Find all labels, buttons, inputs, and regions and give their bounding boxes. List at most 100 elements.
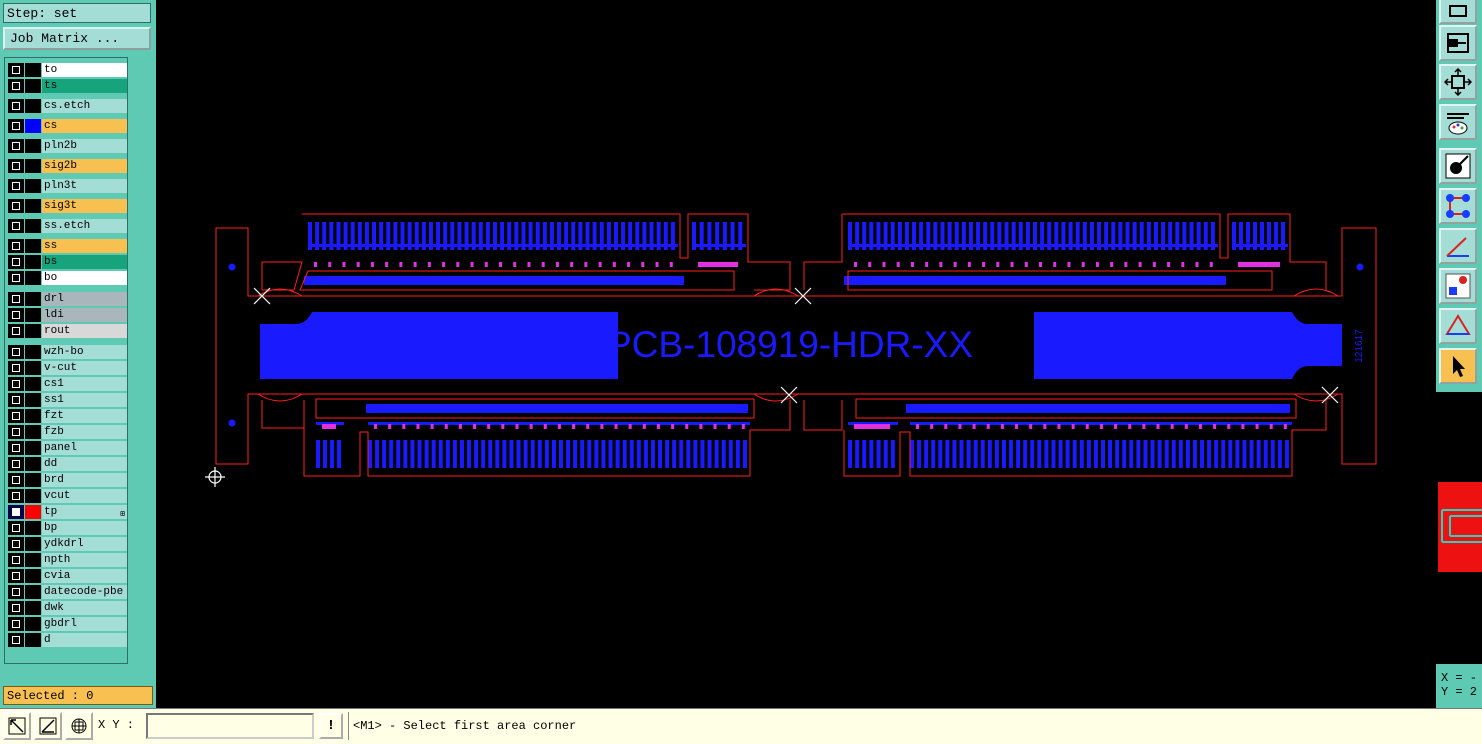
layer-name[interactable]: sig2b bbox=[42, 159, 127, 173]
layer-checkbox[interactable] bbox=[8, 409, 24, 423]
layer-row-ss.etch[interactable]: ss.etch bbox=[5, 218, 127, 234]
layer-name[interactable]: dd bbox=[42, 457, 127, 471]
layer-checkbox[interactable] bbox=[8, 199, 24, 213]
layer-checkbox[interactable] bbox=[8, 119, 24, 133]
pan-frame-button[interactable] bbox=[1439, 25, 1477, 61]
layer-name[interactable]: bs bbox=[42, 255, 127, 269]
layer-row-dd[interactable]: dd bbox=[5, 456, 127, 472]
layer-row-cs.etch[interactable]: cs.etch bbox=[5, 98, 127, 114]
layer-checkbox[interactable] bbox=[8, 473, 24, 487]
layer-row-sig2b[interactable]: sig2b bbox=[5, 158, 127, 174]
layer-checkbox[interactable] bbox=[8, 601, 24, 615]
layer-name[interactable]: tp ⊞ bbox=[42, 505, 127, 519]
layer-name[interactable]: cs1 bbox=[42, 377, 127, 391]
connect-nodes-button[interactable] bbox=[1439, 188, 1477, 224]
layer-name[interactable]: brd bbox=[42, 473, 127, 487]
layer-checkbox[interactable] bbox=[8, 139, 24, 153]
layer-row-ldi[interactable]: ldi bbox=[5, 307, 127, 323]
layer-row-ss1[interactable]: ss1 bbox=[5, 392, 127, 408]
measure-angle-button[interactable] bbox=[1439, 228, 1477, 264]
layer-row-to[interactable]: to bbox=[5, 62, 127, 78]
zoom-fit-button[interactable] bbox=[1439, 0, 1477, 24]
xy-input[interactable] bbox=[146, 713, 314, 739]
layer-name[interactable]: d bbox=[42, 633, 127, 647]
graphics-canvas[interactable]: PCB-108919-HDR-XX 121617 bbox=[156, 0, 1436, 708]
layer-row-cvia[interactable]: cvia bbox=[5, 568, 127, 584]
layer-row-pln2b[interactable]: pln2b bbox=[5, 138, 127, 154]
layer-name[interactable]: wzh-bo bbox=[42, 345, 127, 359]
layer-row-ydkdrl[interactable]: ydkdrl bbox=[5, 536, 127, 552]
layer-row-panel[interactable]: panel bbox=[5, 440, 127, 456]
layer-name[interactable]: cs bbox=[42, 119, 127, 133]
pointer-select-button[interactable] bbox=[1439, 348, 1477, 384]
overview-minimap[interactable] bbox=[1438, 482, 1482, 572]
triangle-measure-button[interactable] bbox=[1439, 308, 1477, 344]
layer-row-d[interactable]: d bbox=[5, 632, 127, 648]
layer-row-datecode-pbe[interactable]: datecode-pbe bbox=[5, 584, 127, 600]
layer-checkbox[interactable] bbox=[8, 63, 24, 77]
layer-row-sig3t[interactable]: sig3t bbox=[5, 198, 127, 214]
layer-checkbox[interactable] bbox=[8, 292, 24, 306]
layer-row-bs[interactable]: bs bbox=[5, 254, 127, 270]
layer-name[interactable]: pln2b bbox=[42, 139, 127, 153]
layer-checkbox[interactable] bbox=[8, 489, 24, 503]
layer-row-tp[interactable]: tp ⊞ bbox=[5, 504, 127, 520]
layer-checkbox[interactable] bbox=[8, 553, 24, 567]
layer-row-npth[interactable]: npth bbox=[5, 552, 127, 568]
layer-checkbox[interactable] bbox=[8, 361, 24, 375]
layer-name[interactable]: ss bbox=[42, 239, 127, 253]
layer-name[interactable]: datecode-pbe bbox=[42, 585, 127, 599]
resize-button[interactable] bbox=[1439, 64, 1477, 100]
layer-name[interactable]: drl bbox=[42, 292, 127, 306]
layer-name[interactable]: panel bbox=[42, 441, 127, 455]
layer-name[interactable]: ydkdrl bbox=[42, 537, 127, 551]
layer-checkbox[interactable] bbox=[8, 308, 24, 322]
layer-checkbox[interactable] bbox=[8, 179, 24, 193]
layer-name[interactable]: v-cut bbox=[42, 361, 127, 375]
tools-palette-button[interactable] bbox=[1439, 104, 1477, 140]
layer-row-cs1[interactable]: cs1 bbox=[5, 376, 127, 392]
layer-name[interactable]: gbdrl bbox=[42, 617, 127, 631]
layer-checkbox[interactable] bbox=[8, 79, 24, 93]
layer-name[interactable]: sig3t bbox=[42, 199, 127, 213]
layer-name[interactable]: to bbox=[42, 63, 127, 77]
layer-checkbox[interactable] bbox=[8, 505, 24, 519]
layer-checkbox[interactable] bbox=[8, 457, 24, 471]
layer-checkbox[interactable] bbox=[8, 239, 24, 253]
layer-row-ss[interactable]: ss bbox=[5, 238, 127, 254]
layer-checkbox[interactable] bbox=[8, 441, 24, 455]
layer-row-bo[interactable]: bo bbox=[5, 270, 127, 286]
layer-checkbox[interactable] bbox=[8, 633, 24, 647]
layer-name[interactable]: rout bbox=[42, 324, 127, 338]
layer-checkbox[interactable] bbox=[8, 617, 24, 631]
layer-row-brd[interactable]: brd bbox=[5, 472, 127, 488]
layer-checkbox[interactable] bbox=[8, 345, 24, 359]
layer-checkbox[interactable] bbox=[8, 425, 24, 439]
layer-row-v-cut[interactable]: v-cut bbox=[5, 360, 127, 376]
layer-checkbox[interactable] bbox=[8, 159, 24, 173]
measure-button[interactable] bbox=[34, 712, 62, 740]
layer-checkbox[interactable] bbox=[8, 521, 24, 535]
layer-name[interactable]: ts bbox=[42, 79, 127, 93]
grid-snap-button[interactable] bbox=[65, 712, 93, 740]
layer-row-drl[interactable]: drl bbox=[5, 291, 127, 307]
layer-name[interactable]: fzt bbox=[42, 409, 127, 423]
layer-checkbox[interactable] bbox=[8, 255, 24, 269]
layer-name[interactable]: npth bbox=[42, 553, 127, 567]
pcb-board-drawing[interactable]: PCB-108919-HDR-XX 121617 bbox=[156, 0, 1436, 708]
layer-checkbox[interactable] bbox=[8, 537, 24, 551]
layer-checkbox[interactable] bbox=[8, 271, 24, 285]
layer-checkbox[interactable] bbox=[8, 324, 24, 338]
layer-name[interactable]: bp bbox=[42, 521, 127, 535]
layer-row-ts[interactable]: ts bbox=[5, 78, 127, 94]
layer-checkbox[interactable] bbox=[8, 393, 24, 407]
layer-row-pln3t[interactable]: pln3t bbox=[5, 178, 127, 194]
execute-button[interactable]: ! bbox=[319, 713, 343, 739]
snap-point-button[interactable] bbox=[1439, 148, 1477, 184]
drc-marker-button[interactable] bbox=[1439, 268, 1477, 304]
layer-checkbox[interactable] bbox=[8, 377, 24, 391]
layer-name[interactable]: pln3t bbox=[42, 179, 127, 193]
layer-name[interactable]: cs.etch bbox=[42, 99, 127, 113]
layer-name[interactable]: ldi bbox=[42, 308, 127, 322]
layer-row-cs[interactable]: cs bbox=[5, 118, 127, 134]
